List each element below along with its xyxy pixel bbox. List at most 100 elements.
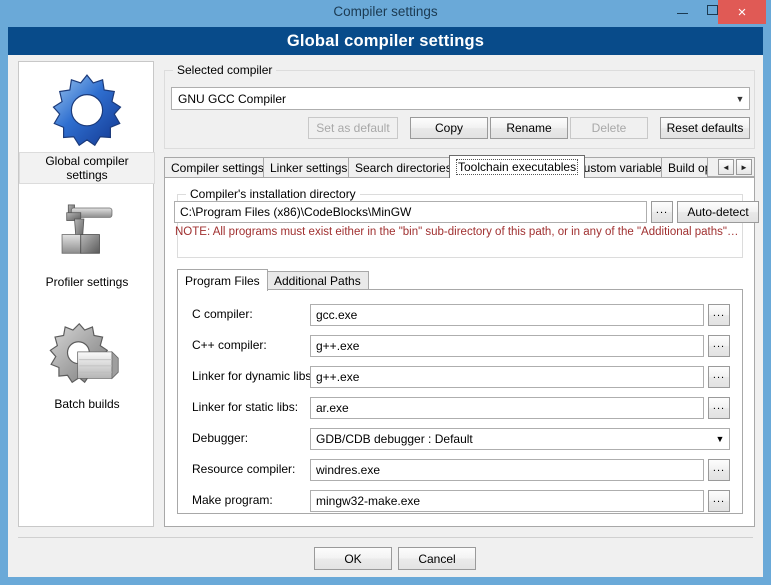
form-row-resource-compiler: Resource compiler: windres.exe ... xyxy=(178,459,744,481)
set-as-default-button[interactable]: Set as default xyxy=(308,117,398,139)
install-dir-browse-button[interactable]: ... xyxy=(651,201,673,223)
minimize-icon xyxy=(677,13,688,14)
linker-static-browse-button[interactable]: ... xyxy=(708,397,730,419)
linker-dynamic-value: g++.exe xyxy=(316,370,360,384)
make-program-browse-button[interactable]: ... xyxy=(708,490,730,512)
tab-label: Toolchain executables xyxy=(456,159,579,175)
toolchain-executables-panel: Compiler's installation directory C:\Pro… xyxy=(164,177,759,527)
chevron-down-icon: ▼ xyxy=(715,434,725,444)
cpp-compiler-browse-button[interactable]: ... xyxy=(708,335,730,357)
dialog-body: Global compiler settings Profiler settin… xyxy=(8,55,763,577)
tab-search-directories[interactable]: Search directories xyxy=(348,157,459,177)
install-dir-input[interactable]: C:\Program Files (x86)\CodeBlocks\MinGW xyxy=(174,201,647,223)
ellipsis-icon: ... xyxy=(712,369,726,381)
debugger-value: GDB/CDB debugger : Default xyxy=(316,432,473,446)
tab-label: Search directories xyxy=(355,160,452,175)
selected-compiler-dropdown[interactable]: GNU GCC Compiler ▼ xyxy=(171,87,750,110)
cancel-label: Cancel xyxy=(418,551,456,566)
resource-compiler-input[interactable]: windres.exe xyxy=(310,459,704,481)
sidebar-item-profiler-settings[interactable]: Profiler settings xyxy=(19,192,155,290)
arrow-left-icon: ◄ xyxy=(722,162,730,172)
form-row-c-compiler: C compiler: gcc.exe ... xyxy=(178,304,744,326)
form-row-linker-dynamic: Linker for dynamic libs: g++.exe ... xyxy=(178,366,744,388)
arrow-right-icon: ► xyxy=(740,162,748,172)
gray-gear-stack-icon xyxy=(19,314,155,396)
form-row-cpp-compiler: C++ compiler: g++.exe ... xyxy=(178,335,744,357)
make-program-input[interactable]: mingw32-make.exe xyxy=(310,490,704,512)
linker-dynamic-browse-button[interactable]: ... xyxy=(708,366,730,388)
delete-label: Delete xyxy=(591,121,627,135)
tab-label: Linker settings xyxy=(270,160,348,175)
tab-toolchain-executables[interactable]: Toolchain executables xyxy=(449,155,586,178)
cpp-compiler-value: g++.exe xyxy=(316,339,360,353)
c-compiler-browse-button[interactable]: ... xyxy=(708,304,730,326)
install-dir-value: C:\Program Files (x86)\CodeBlocks\MinGW xyxy=(180,205,412,219)
linker-dynamic-label: Linker for dynamic libs: xyxy=(192,369,315,383)
c-compiler-value: gcc.exe xyxy=(316,308,358,322)
form-row-make-program: Make program: mingw32-make.exe ... xyxy=(178,490,744,512)
tab-scroll-left-button[interactable]: ◄ xyxy=(718,159,734,175)
chevron-down-icon: ▼ xyxy=(735,93,745,104)
right-panel: Selected compiler GNU GCC Compiler ▼ Set… xyxy=(160,61,759,527)
sidebar: Global compiler settings Profiler settin… xyxy=(18,61,155,527)
close-icon: × xyxy=(737,3,747,21)
rename-label: Rename xyxy=(506,121,552,135)
ellipsis-icon: ... xyxy=(712,400,726,412)
page-title: Global compiler settings xyxy=(286,31,485,50)
inner-tab-label: Additional Paths xyxy=(274,274,361,288)
ok-button[interactable]: OK xyxy=(314,547,392,570)
close-button[interactable]: × xyxy=(718,0,766,24)
resource-compiler-value: windres.exe xyxy=(316,463,381,477)
delete-button[interactable]: Delete xyxy=(570,117,648,139)
inner-tab-bar: Program Files Additional Paths xyxy=(177,269,743,291)
ellipsis-icon: ... xyxy=(655,204,669,216)
tab-linker-settings[interactable]: Linker settings xyxy=(263,157,355,177)
title-bar: Compiler settings × xyxy=(0,0,771,27)
sidebar-item-label: Profiler settings xyxy=(45,275,129,289)
copy-button[interactable]: Copy xyxy=(410,117,488,139)
sidebar-item-label: Global compiler settings xyxy=(19,152,155,184)
tab-scroll-right-button[interactable]: ► xyxy=(736,159,752,175)
make-program-value: mingw32-make.exe xyxy=(316,494,421,508)
rename-button[interactable]: Rename xyxy=(490,117,568,139)
auto-detect-button[interactable]: Auto-detect xyxy=(677,201,759,223)
reset-defaults-label: Reset defaults xyxy=(666,121,744,135)
debugger-dropdown[interactable]: GDB/CDB debugger : Default ▼ xyxy=(310,428,730,450)
debugger-label: Debugger: xyxy=(192,431,249,445)
cancel-button[interactable]: Cancel xyxy=(398,547,476,570)
ellipsis-icon: ... xyxy=(712,307,726,319)
tab-additional-paths[interactable]: Additional Paths xyxy=(266,271,369,290)
install-dir-group-title: Compiler's installation directory xyxy=(186,187,360,201)
tab-program-files[interactable]: Program Files xyxy=(177,269,268,291)
auto-detect-label: Auto-detect xyxy=(687,205,749,219)
blue-gear-icon xyxy=(19,70,155,152)
linker-static-value: ar.exe xyxy=(316,401,349,415)
cpp-compiler-input[interactable]: g++.exe xyxy=(310,335,704,357)
dialog-window: Compiler settings × Global compiler sett… xyxy=(0,0,771,585)
gray-wrench-blocks-icon xyxy=(19,192,155,274)
linker-dynamic-input[interactable]: g++.exe xyxy=(310,366,704,388)
selected-compiler-value: GNU GCC Compiler xyxy=(178,91,287,106)
form-row-debugger: Debugger: GDB/CDB debugger : Default ▼ xyxy=(178,428,744,450)
footer-separator xyxy=(18,537,753,538)
tab-label: Custom variables xyxy=(575,160,668,175)
maximize-icon xyxy=(707,5,718,15)
tab-label: Compiler settings xyxy=(171,160,264,175)
ellipsis-icon: ... xyxy=(712,493,726,505)
sidebar-item-label: Batch builds xyxy=(54,397,120,411)
minimize-button[interactable] xyxy=(667,0,697,21)
c-compiler-label: C compiler: xyxy=(192,307,253,321)
selected-compiler-group-title: Selected compiler xyxy=(173,63,277,77)
reset-defaults-button[interactable]: Reset defaults xyxy=(660,117,750,139)
c-compiler-input[interactable]: gcc.exe xyxy=(310,304,704,326)
set-as-default-label: Set as default xyxy=(316,121,390,135)
linker-static-input[interactable]: ar.exe xyxy=(310,397,704,419)
sidebar-item-batch-builds[interactable]: Batch builds xyxy=(19,314,155,412)
sidebar-item-global-compiler-settings[interactable]: Global compiler settings xyxy=(19,70,155,184)
cpp-compiler-label: C++ compiler: xyxy=(192,338,267,352)
main-tab-bar: Compiler settings Linker settings Search… xyxy=(164,155,755,178)
resource-compiler-browse-button[interactable]: ... xyxy=(708,459,730,481)
tab-compiler-settings[interactable]: Compiler settings xyxy=(164,157,271,177)
install-dir-note: NOTE: All programs must exist either in … xyxy=(175,226,739,238)
ellipsis-icon: ... xyxy=(712,338,726,350)
